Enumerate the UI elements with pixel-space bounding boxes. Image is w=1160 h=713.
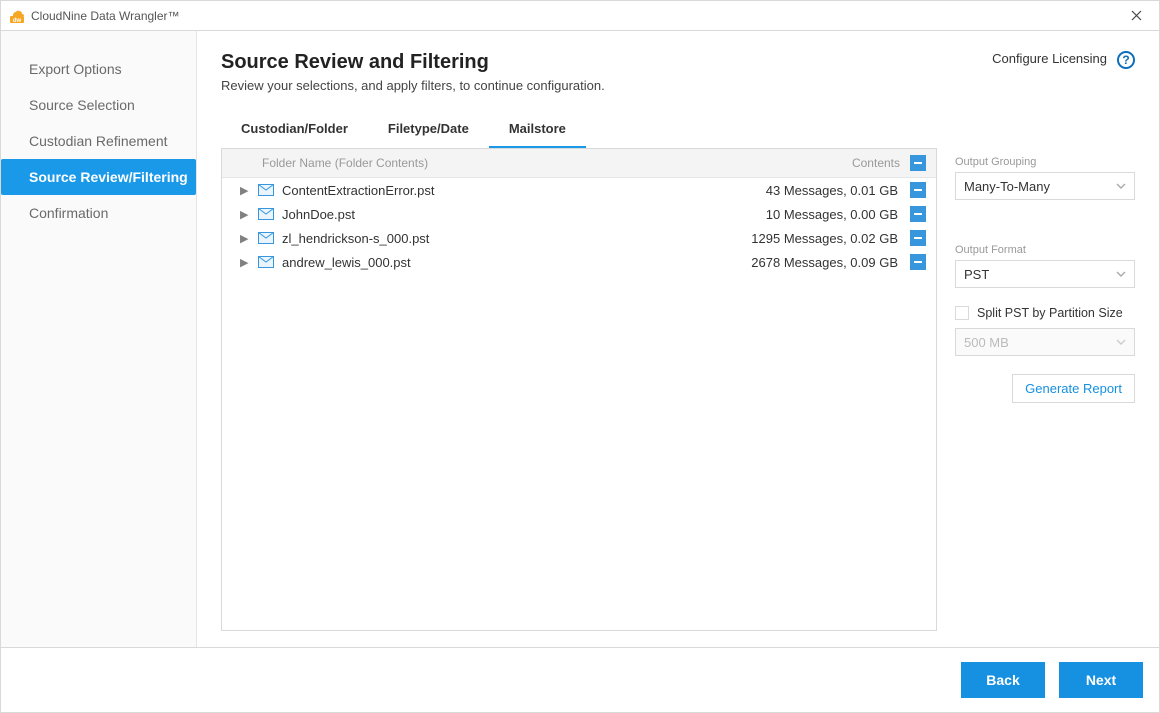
sidebar-step-confirmation[interactable]: Confirmation bbox=[1, 195, 196, 231]
sidebar-step-label: Source Review/Filtering bbox=[29, 169, 188, 185]
close-icon[interactable] bbox=[1121, 5, 1151, 27]
generate-report-button[interactable]: Generate Report bbox=[1012, 374, 1135, 403]
output-format-label: Output Format bbox=[955, 244, 1135, 256]
button-label: Back bbox=[986, 672, 1019, 688]
page-header: Source Review and Filtering Review your … bbox=[221, 51, 1135, 93]
button-label: Generate Report bbox=[1025, 381, 1122, 396]
sidebar-step-label: Custodian Refinement bbox=[29, 133, 168, 149]
table-header: Folder Name (Folder Contents) Contents bbox=[222, 149, 936, 178]
select-value: 500 MB bbox=[964, 335, 1009, 350]
mailstore-table: Folder Name (Folder Contents) Contents ▶… bbox=[221, 148, 937, 631]
app-logo-icon: dw bbox=[9, 8, 25, 24]
mail-icon bbox=[258, 208, 274, 220]
folder-contents: 43 Messages, 0.01 GB bbox=[766, 183, 898, 198]
table-row[interactable]: ▶ zl_hendrickson-s_000.pst 1295 Messages… bbox=[222, 226, 936, 250]
tab-custodian-folder[interactable]: Custodian/Folder bbox=[221, 113, 368, 148]
sidebar-step-custodian-refinement[interactable]: Custodian Refinement bbox=[1, 123, 196, 159]
app-window: dw CloudNine Data Wrangler™ Export Optio… bbox=[0, 0, 1160, 713]
output-options-panel: Output Grouping Many-To-Many Output Form… bbox=[955, 148, 1135, 631]
tab-label: Mailstore bbox=[509, 121, 566, 136]
row-checkbox[interactable] bbox=[910, 182, 926, 198]
chevron-down-icon bbox=[1116, 268, 1126, 280]
folder-name: zl_hendrickson-s_000.pst bbox=[282, 231, 751, 246]
header-checkbox[interactable] bbox=[910, 155, 926, 171]
tab-label: Filetype/Date bbox=[388, 121, 469, 136]
expand-caret-icon[interactable]: ▶ bbox=[240, 208, 250, 221]
folder-contents: 10 Messages, 0.00 GB bbox=[766, 207, 898, 222]
sidebar-step-label: Confirmation bbox=[29, 205, 108, 221]
help-icon[interactable]: ? bbox=[1117, 51, 1135, 69]
next-button[interactable]: Next bbox=[1059, 662, 1143, 698]
sidebar-step-source-selection[interactable]: Source Selection bbox=[1, 87, 196, 123]
expand-caret-icon[interactable]: ▶ bbox=[240, 256, 250, 269]
folder-name: andrew_lewis_000.pst bbox=[282, 255, 751, 270]
expand-caret-icon[interactable]: ▶ bbox=[240, 232, 250, 245]
output-format-select[interactable]: PST bbox=[955, 260, 1135, 288]
tab-label: Custodian/Folder bbox=[241, 121, 348, 136]
tab-bar: Custodian/Folder Filetype/Date Mailstore bbox=[221, 113, 1135, 148]
folder-contents: 1295 Messages, 0.02 GB bbox=[751, 231, 898, 246]
tab-mailstore[interactable]: Mailstore bbox=[489, 113, 586, 148]
sidebar-step-export-options[interactable]: Export Options bbox=[1, 51, 196, 87]
row-checkbox[interactable] bbox=[910, 206, 926, 222]
row-checkbox[interactable] bbox=[910, 230, 926, 246]
select-value: PST bbox=[964, 267, 989, 282]
mail-icon bbox=[258, 232, 274, 244]
wizard-sidebar: Export Options Source Selection Custodia… bbox=[1, 31, 197, 647]
select-value: Many-To-Many bbox=[964, 179, 1050, 194]
folder-name: ContentExtractionError.pst bbox=[282, 183, 766, 198]
table-row[interactable]: ▶ andrew_lewis_000.pst 2678 Messages, 0.… bbox=[222, 250, 936, 274]
column-header-folder[interactable]: Folder Name (Folder Contents) bbox=[262, 156, 830, 170]
content-area: Source Review and Filtering Review your … bbox=[197, 31, 1159, 647]
folder-name: JohnDoe.pst bbox=[282, 207, 766, 222]
split-pst-label: Split PST by Partition Size bbox=[977, 306, 1123, 320]
chevron-down-icon bbox=[1116, 336, 1126, 348]
mail-icon bbox=[258, 184, 274, 196]
output-grouping-label: Output Grouping bbox=[955, 156, 1135, 168]
output-grouping-select[interactable]: Many-To-Many bbox=[955, 172, 1135, 200]
column-header-contents[interactable]: Contents bbox=[830, 156, 900, 170]
titlebar: dw CloudNine Data Wrangler™ bbox=[1, 1, 1159, 31]
wizard-footer: Back Next bbox=[1, 647, 1159, 712]
table-body: ▶ ContentExtractionError.pst 43 Messages… bbox=[222, 178, 936, 630]
page-subtitle: Review your selections, and apply filter… bbox=[221, 78, 992, 93]
sidebar-step-source-review[interactable]: Source Review/Filtering bbox=[1, 159, 196, 195]
page-title: Source Review and Filtering bbox=[221, 51, 992, 74]
sidebar-step-label: Source Selection bbox=[29, 97, 135, 113]
folder-contents: 2678 Messages, 0.09 GB bbox=[751, 255, 898, 270]
window-title: CloudNine Data Wrangler™ bbox=[31, 9, 180, 23]
back-button[interactable]: Back bbox=[961, 662, 1045, 698]
partition-size-select[interactable]: 500 MB bbox=[955, 328, 1135, 356]
split-pst-checkbox[interactable] bbox=[955, 306, 969, 320]
table-row[interactable]: ▶ ContentExtractionError.pst 43 Messages… bbox=[222, 178, 936, 202]
configure-licensing-link[interactable]: Configure Licensing bbox=[992, 51, 1107, 66]
chevron-down-icon bbox=[1116, 180, 1126, 192]
sidebar-step-label: Export Options bbox=[29, 61, 122, 77]
button-label: Next bbox=[1086, 672, 1116, 688]
expand-caret-icon[interactable]: ▶ bbox=[240, 184, 250, 197]
mail-icon bbox=[258, 256, 274, 268]
row-checkbox[interactable] bbox=[910, 254, 926, 270]
svg-text:dw: dw bbox=[13, 18, 22, 24]
table-row[interactable]: ▶ JohnDoe.pst 10 Messages, 0.00 GB bbox=[222, 202, 936, 226]
tab-filetype-date[interactable]: Filetype/Date bbox=[368, 113, 489, 148]
